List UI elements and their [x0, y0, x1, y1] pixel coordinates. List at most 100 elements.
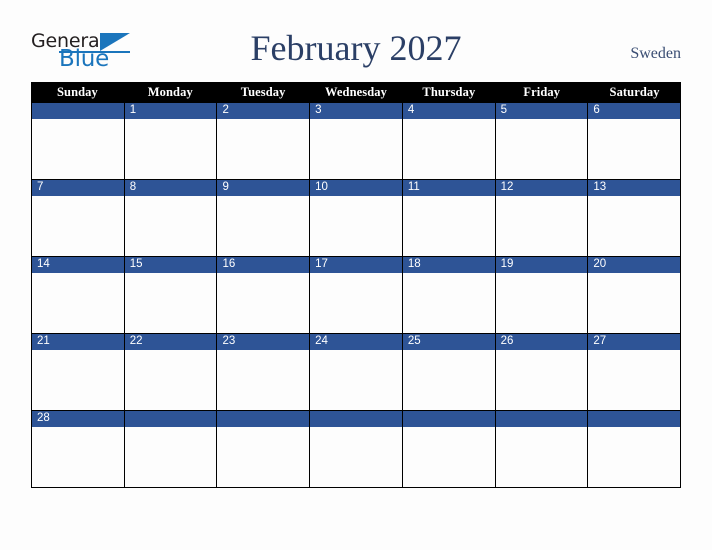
day-number: 11 [407, 181, 420, 194]
day-body[interactable] [495, 273, 588, 333]
day-body[interactable] [32, 350, 124, 410]
day-cell[interactable]: 1 [124, 103, 218, 179]
day-cell[interactable]: 15 [124, 257, 218, 333]
day-cell[interactable] [402, 411, 496, 487]
day-body[interactable] [402, 427, 495, 487]
day-cell[interactable] [217, 411, 311, 487]
day-number-bar: 9 [217, 180, 310, 196]
day-body[interactable] [124, 427, 217, 487]
day-cell[interactable]: 13 [588, 180, 682, 256]
day-cell[interactable]: 12 [495, 180, 589, 256]
day-body[interactable] [32, 427, 124, 487]
day-cell[interactable]: 27 [588, 334, 682, 410]
day-number-bar [32, 103, 124, 119]
day-cell[interactable]: 26 [495, 334, 589, 410]
day-number: 10 [315, 181, 328, 194]
day-body[interactable] [217, 273, 310, 333]
day-body[interactable] [124, 273, 217, 333]
day-body[interactable] [310, 273, 402, 333]
day-body[interactable] [217, 196, 310, 256]
day-number-bar: 1 [124, 103, 217, 119]
day-number: 18 [407, 258, 421, 271]
day-cell[interactable]: 6 [588, 103, 682, 179]
day-cell[interactable]: 18 [402, 257, 496, 333]
day-number: 8 [129, 181, 137, 194]
day-number-bar: 15 [124, 257, 217, 273]
day-body[interactable] [588, 350, 681, 410]
day-body[interactable] [217, 119, 310, 179]
day-body[interactable] [310, 427, 402, 487]
day-cell[interactable]: 14 [32, 257, 125, 333]
day-number-bar: 21 [32, 334, 124, 350]
day-number-bar [402, 411, 495, 427]
day-cell[interactable]: 2 [217, 103, 311, 179]
day-number-bar: 6 [588, 103, 681, 119]
day-body[interactable] [402, 196, 495, 256]
day-number-bar: 18 [402, 257, 495, 273]
day-number-bar [217, 411, 310, 427]
day-body[interactable] [217, 427, 310, 487]
day-body[interactable] [402, 350, 495, 410]
day-body[interactable] [124, 196, 217, 256]
day-cell[interactable] [32, 103, 125, 179]
day-body[interactable] [588, 119, 681, 179]
day-body[interactable] [588, 196, 681, 256]
day-number: 7 [37, 181, 44, 194]
day-body[interactable] [310, 196, 402, 256]
day-number: 15 [129, 258, 143, 271]
day-body[interactable] [588, 427, 681, 487]
page-title: February 2027 [250, 28, 462, 68]
day-cell[interactable]: 17 [310, 257, 403, 333]
day-cell[interactable]: 23 [217, 334, 311, 410]
day-cell[interactable]: 22 [124, 334, 218, 410]
day-cell[interactable] [310, 411, 403, 487]
day-cell[interactable] [495, 411, 589, 487]
day-cell[interactable]: 28 [32, 411, 125, 487]
day-cell[interactable]: 4 [402, 103, 496, 179]
day-body[interactable] [124, 350, 217, 410]
day-cell[interactable]: 3 [310, 103, 403, 179]
day-number: 12 [500, 181, 514, 194]
day-body[interactable] [588, 273, 681, 333]
day-cell[interactable] [124, 411, 218, 487]
day-cell[interactable]: 25 [402, 334, 496, 410]
day-body[interactable] [32, 273, 124, 333]
day-cell[interactable]: 16 [217, 257, 311, 333]
day-number-bar: 23 [217, 334, 310, 350]
day-body[interactable] [32, 196, 124, 256]
day-cell[interactable]: 7 [32, 180, 125, 256]
week-row: 1 2 3 4 5 6 [31, 103, 682, 180]
day-number-bar: 11 [402, 180, 495, 196]
day-number-bar: 12 [495, 180, 588, 196]
day-body[interactable] [402, 119, 495, 179]
day-body[interactable] [495, 350, 588, 410]
day-number-bar: 27 [588, 334, 681, 350]
day-number-bar: 26 [495, 334, 588, 350]
day-body[interactable] [32, 119, 124, 179]
day-cell[interactable]: 9 [217, 180, 311, 256]
weekday-header-row: Sunday Monday Tuesday Wednesday Thursday… [31, 82, 681, 103]
day-cell[interactable]: 19 [495, 257, 589, 333]
day-number-bar: 22 [124, 334, 217, 350]
day-body[interactable] [124, 119, 217, 179]
day-cell[interactable]: 8 [124, 180, 218, 256]
day-number-bar: 20 [588, 257, 681, 273]
day-body[interactable] [495, 119, 588, 179]
day-cell[interactable]: 24 [310, 334, 403, 410]
day-number-bar: 13 [588, 180, 681, 196]
day-number: 9 [222, 181, 229, 194]
day-cell[interactable]: 5 [495, 103, 589, 179]
day-cell[interactable]: 20 [588, 257, 682, 333]
day-body[interactable] [310, 350, 402, 410]
day-cell[interactable]: 21 [32, 334, 125, 410]
day-body[interactable] [217, 350, 310, 410]
day-body[interactable] [495, 196, 588, 256]
day-cell[interactable]: 10 [310, 180, 403, 256]
day-body[interactable] [495, 427, 588, 487]
day-cell[interactable] [588, 411, 682, 487]
day-body[interactable] [310, 119, 402, 179]
day-cell[interactable]: 11 [402, 180, 496, 256]
day-body[interactable] [402, 273, 495, 333]
page-header: General Blue February 2027 Sweden [0, 0, 712, 82]
day-number: 26 [500, 335, 514, 348]
